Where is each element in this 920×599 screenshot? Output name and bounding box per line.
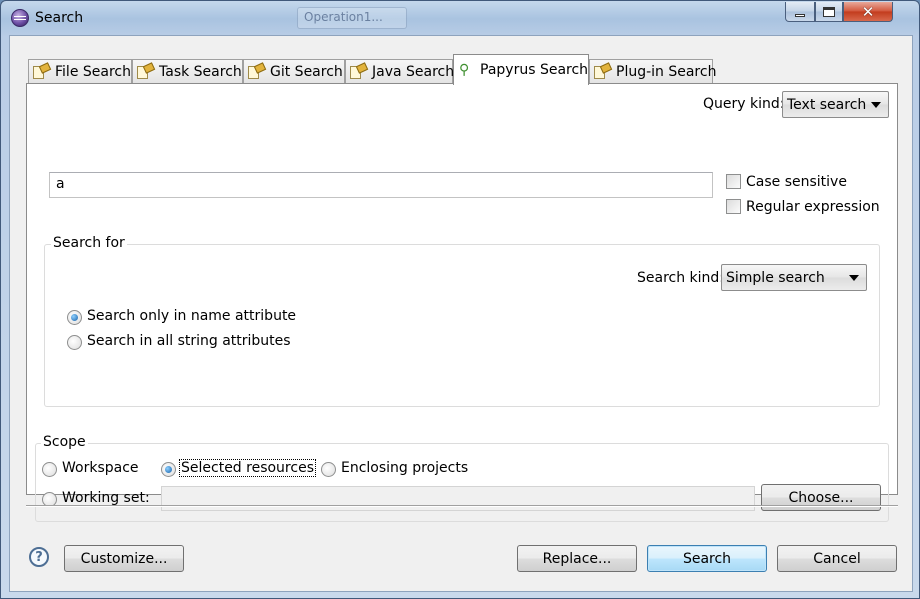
replace-button-label: Replace... xyxy=(542,550,612,567)
workspace-radio[interactable] xyxy=(42,462,57,477)
papyrus-search-panel: Query kind: Text search a Case sensitive… xyxy=(26,83,898,522)
dialog-window: Search Operation1... ✕ File Search Task … xyxy=(0,0,920,599)
regular-expression-label: Regular expression xyxy=(746,199,880,215)
task-search-icon xyxy=(137,62,156,80)
enclosing-projects-radio[interactable] xyxy=(321,462,336,477)
search-kind-select[interactable]: Simple search xyxy=(721,264,867,291)
plugin-search-icon xyxy=(594,62,613,80)
regular-expression-checkbox[interactable] xyxy=(726,199,741,214)
search-for-title: Search for xyxy=(51,235,127,251)
tab-label: Java Search xyxy=(372,64,455,80)
customize-button[interactable]: Customize... xyxy=(64,545,184,572)
file-search-icon xyxy=(33,62,52,80)
tab-label: File Search xyxy=(55,64,131,80)
selected-resources-label: Selected resources xyxy=(179,459,316,477)
cancel-button[interactable]: Cancel xyxy=(777,545,897,572)
name-attribute-radio[interactable] xyxy=(67,310,82,325)
cancel-button-label: Cancel xyxy=(813,550,861,567)
case-sensitive-checkbox[interactable] xyxy=(726,174,741,189)
all-string-attributes-label: Search in all string attributes xyxy=(87,333,291,349)
maximize-icon xyxy=(823,6,835,17)
minimize-button[interactable] xyxy=(785,2,815,22)
tab-label: Papyrus Search xyxy=(480,62,589,78)
java-search-icon xyxy=(350,62,369,80)
workspace-label: Workspace xyxy=(62,460,139,476)
chevron-down-icon xyxy=(871,102,881,108)
maximize-button[interactable] xyxy=(815,2,843,22)
tab-papyrus-search[interactable]: ⚲ Papyrus Search xyxy=(453,54,589,85)
tab-task-search[interactable]: Task Search xyxy=(132,59,243,84)
background-taskbar-item: Operation1... xyxy=(297,7,407,29)
tab-label: Task Search xyxy=(159,64,242,80)
replace-button[interactable]: Replace... xyxy=(517,545,637,572)
enclosing-projects-label: Enclosing projects xyxy=(341,460,469,476)
tab-label: Plug-in Search xyxy=(616,64,717,80)
tab-git-search[interactable]: Git Search xyxy=(243,59,345,84)
customize-button-label: Customize... xyxy=(80,550,168,567)
minimize-icon xyxy=(795,13,805,17)
tab-plugin-search[interactable]: Plug-in Search xyxy=(589,59,717,84)
dialog-client-area: File Search Task Search Git Search Java … xyxy=(9,35,913,592)
close-icon: ✕ xyxy=(861,2,875,21)
choose-button-label: Choose... xyxy=(788,489,854,506)
selected-resources-radio[interactable] xyxy=(161,462,176,477)
case-sensitive-label: Case sensitive xyxy=(746,174,847,190)
chevron-down-icon xyxy=(849,275,859,281)
scope-title: Scope xyxy=(41,434,88,450)
footer-separator xyxy=(26,505,898,507)
search-tabs: File Search Task Search Git Search Java … xyxy=(26,54,906,85)
all-string-attributes-radio[interactable] xyxy=(67,335,82,350)
tab-java-search[interactable]: Java Search xyxy=(345,59,455,84)
tab-file-search[interactable]: File Search xyxy=(28,59,132,84)
eclipse-icon xyxy=(11,9,29,27)
working-set-label: Working set: xyxy=(62,490,150,506)
close-button[interactable]: ✕ xyxy=(843,2,893,22)
tab-label: Git Search xyxy=(270,64,343,80)
query-kind-value: Text search xyxy=(787,96,867,113)
search-button[interactable]: Search xyxy=(647,545,767,572)
git-search-icon xyxy=(248,62,267,80)
window-title: Search xyxy=(35,10,84,26)
query-kind-label: Query kind: xyxy=(703,96,785,112)
name-attribute-label: Search only in name attribute xyxy=(87,308,297,324)
search-kind-value: Simple search xyxy=(726,269,825,286)
search-button-label: Search xyxy=(682,550,732,567)
help-icon[interactable]: ? xyxy=(29,547,49,567)
title-bar[interactable]: Search Operation1... ✕ xyxy=(1,1,920,35)
papyrus-search-icon: ⚲ xyxy=(459,62,470,78)
query-kind-select[interactable]: Text search xyxy=(782,91,889,118)
working-set-input[interactable] xyxy=(161,486,755,511)
search-kind-label: Search kind: xyxy=(637,270,725,286)
search-text-input[interactable]: a xyxy=(49,172,713,198)
